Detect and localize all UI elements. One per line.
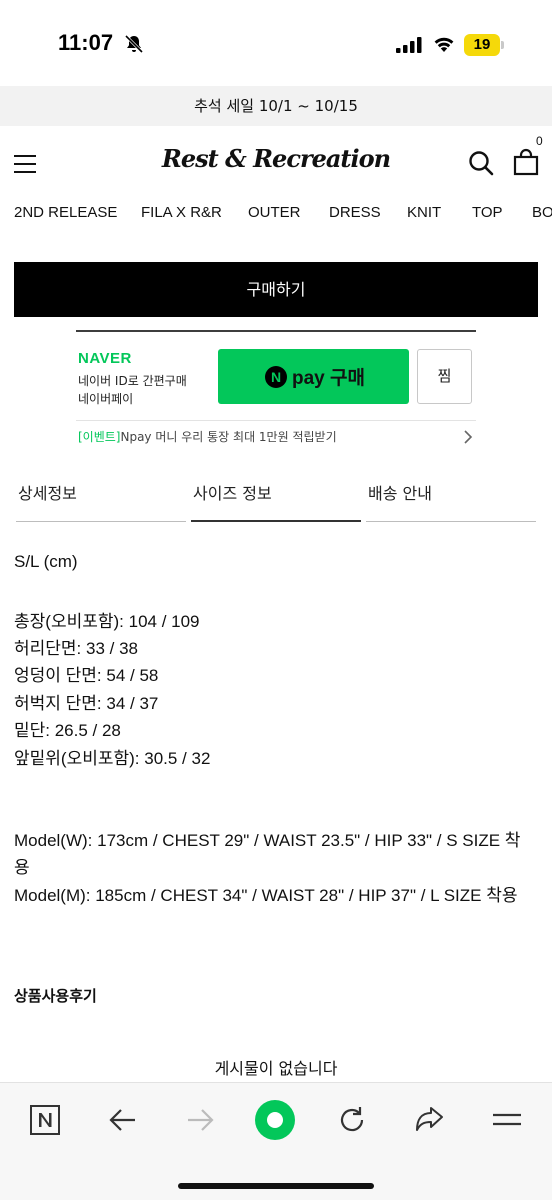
browser-bottom-bar: [0, 1082, 552, 1200]
reviews-empty-text: 게시물이 없습니다: [214, 1059, 338, 1078]
measurement-front-rise: 앞밑위(오비포함): 30.5 / 32: [14, 749, 211, 768]
size-unit-line: S/L (cm): [14, 552, 78, 571]
cart-count: 0: [536, 134, 543, 148]
promo-banner[interactable]: 추석 세일 10/1 ~ 10/15: [0, 86, 552, 126]
brand-logo[interactable]: Rest & Recreation: [150, 144, 402, 173]
category-outer[interactable]: OUTER: [248, 204, 301, 221]
model-women-info: Model(W): 173cm / CHEST 29" / WAIST 23.5…: [14, 831, 521, 850]
chevron-right-icon[interactable]: [462, 430, 474, 444]
measurement-total-length: 총장(오비포함): 104 / 109: [14, 612, 200, 631]
naver-pay-buy-button[interactable]: N pay 구매: [218, 349, 409, 404]
tab-size-info-label: 사이즈 정보: [193, 484, 272, 503]
bell-off-icon: [124, 34, 144, 54]
tab-shipping-label: 배송 안내: [368, 484, 432, 503]
tab-size-info[interactable]: 사이즈 정보: [191, 470, 361, 522]
event-text: Npay 머니 우리 통장 최대 1만원 적립받기: [120, 430, 337, 444]
forward-arrow-icon[interactable]: [183, 1103, 217, 1137]
category-bottom[interactable]: BO: [532, 204, 552, 221]
naver-pay-desc-2: 네이버페이: [78, 392, 134, 406]
category-nav: 2ND RELEASE FILA X R&R OUTER DRESS KNIT …: [0, 200, 552, 226]
category-knit[interactable]: KNIT: [407, 204, 441, 221]
tab-shipping[interactable]: 배송 안내: [366, 470, 536, 522]
wishlist-button[interactable]: 찜: [417, 349, 472, 404]
wifi-icon: [434, 37, 454, 52]
naver-pay-box: NAVER 네이버 ID로 간편구매 네이버페이 N pay 구매 찜 [이벤트…: [76, 330, 476, 452]
battery-level: 19: [473, 36, 491, 53]
category-top[interactable]: TOP: [472, 204, 503, 221]
share-icon[interactable]: [412, 1103, 446, 1137]
status-time: 11:07: [58, 30, 114, 55]
hamburger-menu-icon[interactable]: [14, 155, 36, 173]
measurement-hem: 밑단: 26.5 / 28: [14, 721, 121, 740]
category-fila-x-rr[interactable]: FILA X R&R: [141, 204, 222, 221]
green-dot-icon[interactable]: [254, 1099, 296, 1141]
home-indicator: [178, 1183, 374, 1189]
category-dress[interactable]: DRESS: [329, 204, 381, 221]
back-arrow-icon[interactable]: [106, 1103, 140, 1137]
naver-n-icon: N: [265, 366, 287, 388]
tab-details-label: 상세정보: [18, 484, 77, 503]
model-women-info-cont: 용: [14, 858, 30, 877]
naver-pay-button-label: pay 구매: [292, 368, 365, 389]
model-men-info: Model(M): 185cm / CHEST 34" / WAIST 28" …: [14, 886, 518, 905]
measurement-hip: 엉덩이 단면: 54 / 58: [14, 666, 159, 685]
menu-lines-icon[interactable]: [490, 1103, 524, 1137]
reviews-title: 상품사용후기: [14, 987, 97, 1005]
site-header: Rest & Recreation 0: [0, 126, 552, 196]
naver-pay-desc-1: 네이버 ID로 간편구매: [78, 374, 187, 388]
status-bar: 11:07 19: [0, 0, 552, 86]
tab-details[interactable]: 상세정보: [16, 470, 186, 522]
naver-brand: NAVER: [78, 350, 132, 367]
reload-icon[interactable]: [335, 1103, 369, 1137]
naver-n-icon[interactable]: [28, 1103, 62, 1137]
battery-indicator: 19: [464, 34, 504, 56]
category-2nd-release[interactable]: 2ND RELEASE: [14, 204, 117, 221]
event-tag: [이벤트]: [78, 430, 121, 444]
buy-button[interactable]: 구매하기: [14, 262, 538, 317]
signal-icon: [396, 37, 422, 53]
shopping-bag-icon[interactable]: [512, 148, 540, 176]
naver-pay-event-link[interactable]: [이벤트]Npay 머니 우리 통장 최대 1만원 적립받기: [78, 428, 337, 445]
search-icon[interactable]: [468, 150, 494, 176]
measurement-thigh: 허벅지 단면: 34 / 37: [14, 694, 159, 713]
divider: [76, 420, 476, 421]
measurement-waist: 허리단면: 33 / 38: [14, 639, 138, 658]
